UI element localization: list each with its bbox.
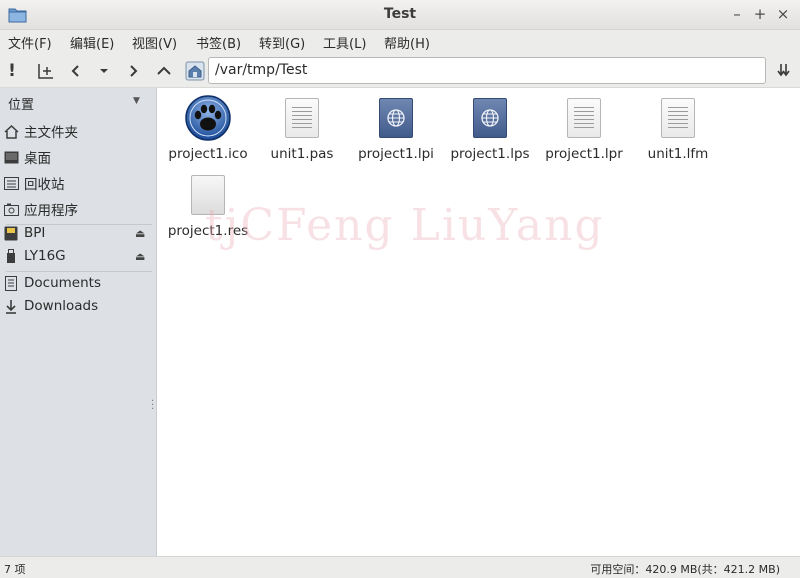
sdcard-icon bbox=[3, 225, 19, 241]
paw-icon bbox=[184, 94, 232, 142]
home-icon bbox=[3, 123, 19, 139]
sidebar-item-trash[interactable]: 回收站 bbox=[3, 172, 153, 194]
eject-icon[interactable]: ⏏ bbox=[135, 250, 145, 263]
watermark: tjCFeng LiuYang bbox=[205, 200, 605, 251]
globe-file-icon bbox=[466, 94, 514, 142]
go-button[interactable] bbox=[772, 59, 796, 83]
file-item[interactable]: project1.ico bbox=[163, 94, 253, 162]
maximize-button[interactable]: + bbox=[750, 3, 770, 25]
sidebar-item-label: LY16G bbox=[24, 248, 66, 264]
menu-bookmarks[interactable]: 书签(B) bbox=[196, 33, 241, 52]
resize-grip[interactable]: · · · bbox=[151, 397, 154, 415]
menu-go[interactable]: 转到(G) bbox=[259, 33, 305, 52]
eject-icon[interactable]: ⏏ bbox=[135, 227, 145, 240]
sidebar-item-applications[interactable]: 应用程序 bbox=[3, 198, 153, 220]
new-tab-icon bbox=[38, 64, 53, 79]
menu-view[interactable]: 视图(V) bbox=[132, 33, 177, 52]
item-count: 7 项 bbox=[4, 563, 26, 576]
file-name: project1.lps bbox=[450, 146, 530, 162]
sidebar-item-desktop[interactable]: 桌面 bbox=[3, 146, 153, 168]
location-bar[interactable]: /var/tmp/Test bbox=[208, 57, 766, 84]
sidebar-item-label: BPI bbox=[24, 225, 46, 241]
sidebar-header[interactable]: 位置 bbox=[8, 94, 34, 113]
chevron-down-icon bbox=[100, 69, 108, 73]
status-bar: 7 项 可用空间：420.9 MB(共：421.2 MB) bbox=[0, 556, 800, 578]
back-button[interactable] bbox=[64, 59, 88, 83]
file-item[interactable]: project1.lps bbox=[445, 94, 535, 162]
trash-icon bbox=[3, 175, 19, 191]
minimize-button[interactable]: – bbox=[727, 3, 747, 25]
applications-icon bbox=[3, 201, 19, 217]
up-button[interactable] bbox=[152, 59, 176, 83]
close-button[interactable]: × bbox=[773, 3, 793, 25]
menu-tools[interactable]: 工具(L) bbox=[323, 33, 366, 52]
sidebar-item-label: 回收站 bbox=[24, 177, 65, 193]
file-item[interactable]: unit1.lfm bbox=[633, 94, 723, 162]
sidebar-item-label: 应用程序 bbox=[24, 203, 78, 219]
forward-icon bbox=[130, 65, 138, 77]
text-file-icon bbox=[278, 94, 326, 142]
up-icon bbox=[157, 66, 171, 75]
text-file-icon bbox=[654, 94, 702, 142]
file-name: unit1.pas bbox=[270, 146, 334, 162]
sidebar-item-label: Downloads bbox=[24, 298, 99, 314]
sidebar-item-home[interactable]: 主文件夹 bbox=[3, 120, 153, 142]
forward-button[interactable] bbox=[121, 59, 145, 83]
sidebar-item-downloads[interactable]: Downloads bbox=[3, 295, 153, 317]
new-tab-button[interactable] bbox=[34, 59, 58, 83]
file-item[interactable]: project1.lpi bbox=[351, 94, 441, 162]
sidebar-item-bpi[interactable]: BPI bbox=[3, 222, 153, 244]
menu-help[interactable]: 帮助(H) bbox=[384, 33, 430, 52]
menu-edit[interactable]: 编辑(E) bbox=[70, 33, 114, 52]
sidebar: 位置 ▼ 主文件夹 桌面 回收站 应用程序 BPI ⏏ LY16G ⏏ Docu… bbox=[0, 88, 157, 556]
file-item[interactable]: unit1.pas bbox=[257, 94, 347, 162]
sidebar-item-documents[interactable]: Documents bbox=[3, 272, 153, 294]
file-view: project1.ico unit1.pas project1.lpi proj… bbox=[157, 88, 800, 556]
free-space: 可用空间：420.9 MB(共：421.2 MB) bbox=[590, 563, 780, 576]
home-icon bbox=[185, 61, 205, 81]
file-name: project1.lpi bbox=[358, 146, 434, 162]
usb-drive-icon bbox=[3, 248, 19, 264]
location-path: /var/tmp/Test bbox=[215, 62, 308, 78]
file-item[interactable]: project1.lpr bbox=[539, 94, 629, 162]
text-file-icon bbox=[560, 94, 608, 142]
file-name: project1.ico bbox=[168, 146, 248, 162]
title-bar: Test – + × bbox=[0, 0, 800, 30]
home-button[interactable] bbox=[183, 59, 207, 83]
sidebar-item-label: 桌面 bbox=[24, 151, 51, 167]
downloads-icon bbox=[3, 298, 19, 314]
file-name: unit1.lfm bbox=[647, 146, 709, 162]
exclamation-icon[interactable]: ! bbox=[0, 59, 24, 83]
menu-bar: 文件(F) 编辑(E) 视图(V) 书签(B) 转到(G) 工具(L) 帮助(H… bbox=[0, 30, 800, 54]
file-name: project1.lpr bbox=[545, 146, 623, 162]
sidebar-item-ly16g[interactable]: LY16G bbox=[3, 245, 153, 267]
documents-icon bbox=[3, 275, 19, 291]
sidebar-item-label: 主文件夹 bbox=[24, 125, 78, 141]
jump-arrow-icon bbox=[777, 64, 790, 77]
menu-file[interactable]: 文件(F) bbox=[8, 33, 52, 52]
window-title: Test bbox=[383, 6, 417, 22]
history-dropdown[interactable] bbox=[92, 59, 116, 83]
desktop-icon bbox=[3, 149, 19, 165]
chevron-down-icon[interactable]: ▼ bbox=[133, 96, 140, 106]
globe-file-icon bbox=[372, 94, 420, 142]
sidebar-item-label: Documents bbox=[24, 275, 101, 291]
back-icon bbox=[71, 65, 79, 77]
